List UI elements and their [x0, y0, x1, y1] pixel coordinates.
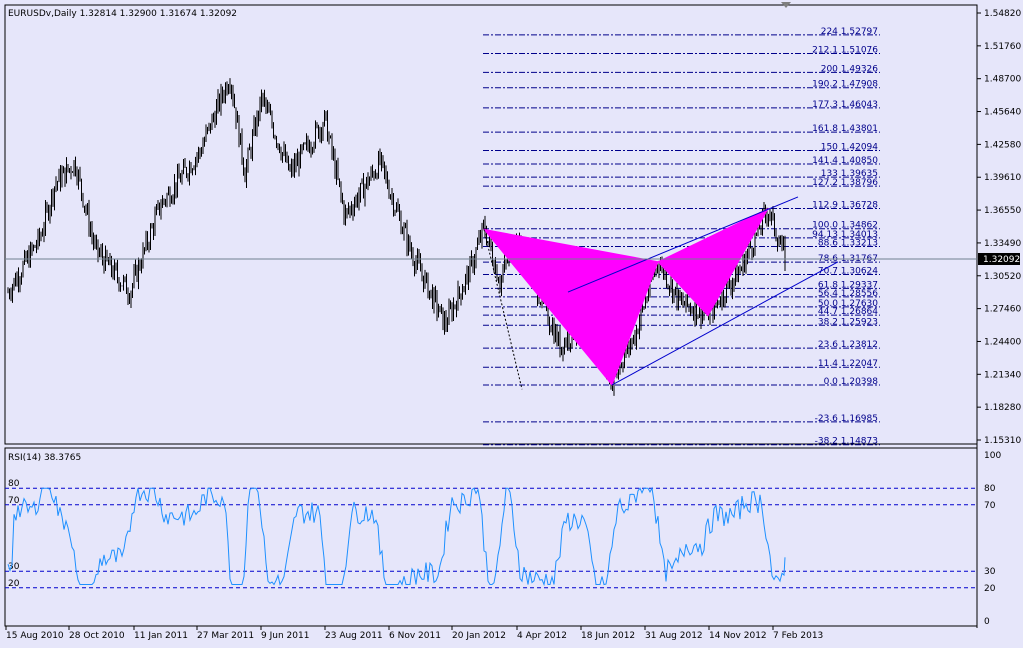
fib-level-label: 88.6 1.33213: [818, 239, 878, 249]
price-tick-label: 1.21340: [984, 370, 1021, 380]
fib-level-label: 224 1.52797: [821, 27, 878, 37]
time-axis: 15 Aug 2010 28 Oct 2010 11 Jan 2011 27 Mar …: [5, 626, 823, 641]
fib-level-label: 177.3 1.46043: [812, 100, 878, 110]
rsi-header-label: RSI(14) 38.3765: [8, 453, 81, 463]
fib-level-label: 44.7 1.26864: [818, 307, 878, 317]
time-tick-label: 23 Aug 2011: [325, 631, 383, 641]
rsi-axis-label: 70: [984, 501, 996, 511]
price-tick-label: 1.48700: [984, 75, 1021, 85]
price-tick-label: 1.51760: [984, 42, 1021, 52]
time-tick-label: 14 Nov 2012: [709, 631, 767, 641]
fib-level-label: 112.9 1.36728: [812, 201, 878, 211]
time-tick-label: 27 Mar 2011: [197, 631, 254, 641]
rsi-axis-label: 0: [984, 617, 990, 627]
fib-level-label: -38.2 1.14873: [815, 437, 878, 447]
rsi-axis-label: 30: [984, 567, 996, 577]
fib-level-label: 11.4 1.22047: [818, 359, 878, 369]
price-tick-label: 1.36550: [984, 206, 1021, 216]
time-tick-label: 7 Feb 2013: [773, 631, 823, 641]
price-tick-label: 1.27460: [984, 305, 1021, 315]
fib-level-label: 212.1 1.51076: [812, 45, 878, 55]
chart-header-label: EURUSDv,Daily 1.32814 1.32900 1.31674 1.…: [8, 9, 237, 19]
fib-level-label: -23.6 1.16985: [815, 414, 878, 424]
price-tick-label: 1.42580: [984, 140, 1021, 150]
rsi-panel-frame: [4, 447, 978, 627]
fib-level-label: 141.4 1.40850: [812, 156, 878, 166]
time-tick-label: 11 Jan 2011: [134, 631, 188, 641]
fib-level-label: 190.2 1.47908: [812, 80, 878, 90]
price-tick-label: 1.54820: [984, 9, 1021, 19]
time-tick-label: 31 Aug 2012: [645, 631, 703, 641]
fib-level-label: 0.0 1.20398: [824, 377, 879, 387]
time-tick-label: 4 Apr 2012: [517, 631, 567, 641]
time-tick-label: 6 Nov 2011: [389, 631, 441, 641]
price-tick-label: 1.45640: [984, 108, 1021, 118]
fib-level-label: 38.2 1.25923: [818, 317, 878, 327]
fib-level-label: 56.4 1.28556: [818, 289, 878, 299]
time-tick-label: 9 Jun 2011: [261, 631, 309, 641]
price-tick-label: 1.24400: [984, 337, 1021, 347]
rsi-level-left-label: 70: [8, 496, 20, 506]
fib-level-label: 23.6 1.23812: [818, 340, 878, 350]
fib-level-label: 150 1.42094: [821, 143, 879, 153]
fib-level-label: 200 1.49326: [821, 64, 879, 74]
chart-canvas[interactable]: 224 1.52797 212.1 1.51076 200 1.49326 190.2…: [0, 0, 1023, 648]
price-tick-label: 1.18280: [984, 403, 1021, 413]
price-tick-label: 1.39610: [984, 173, 1021, 183]
price-tick-label: 1.15310: [984, 436, 1021, 446]
chart-shift-marker-icon[interactable]: [781, 2, 791, 8]
price-tick-label: 1.33490: [984, 239, 1021, 249]
fib-level-label: 161.8 1.43801: [812, 124, 878, 134]
rsi-axis-label: 20: [984, 584, 996, 594]
time-tick-label: 20 Jan 2012: [452, 631, 506, 641]
current-price-label: 1.32092: [983, 255, 1020, 265]
time-tick-label: 18 Jun 2012: [581, 631, 635, 641]
rsi-axis-label: 100: [984, 451, 1001, 461]
time-tick-label: 28 Oct 2010: [69, 631, 125, 641]
time-tick-label: 15 Aug 2010: [6, 631, 64, 641]
price-tick-label: 1.30520: [984, 272, 1021, 282]
trading-chart-window: 224 1.52797 212.1 1.51076 200 1.49326 190.2…: [0, 0, 1023, 648]
rsi-level-left-label: 20: [8, 579, 20, 589]
rsi-axis-label: 80: [984, 484, 996, 494]
fib-level-label: 127.2 1.38796: [812, 178, 878, 188]
rsi-level-left-label: 80: [8, 479, 20, 489]
